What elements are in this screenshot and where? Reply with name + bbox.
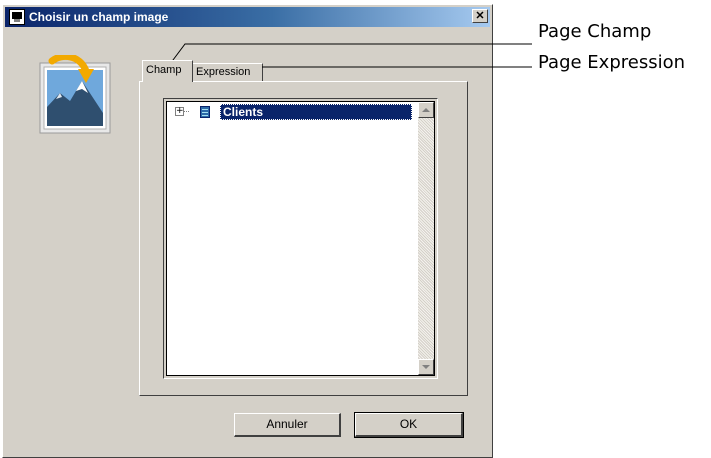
callout-page-expression: Page Expression (538, 52, 686, 73)
callout-line-champ (169, 43, 532, 65)
tab-champ[interactable]: Champ (142, 60, 193, 82)
callout-page-champ: Page Champ (538, 21, 652, 42)
